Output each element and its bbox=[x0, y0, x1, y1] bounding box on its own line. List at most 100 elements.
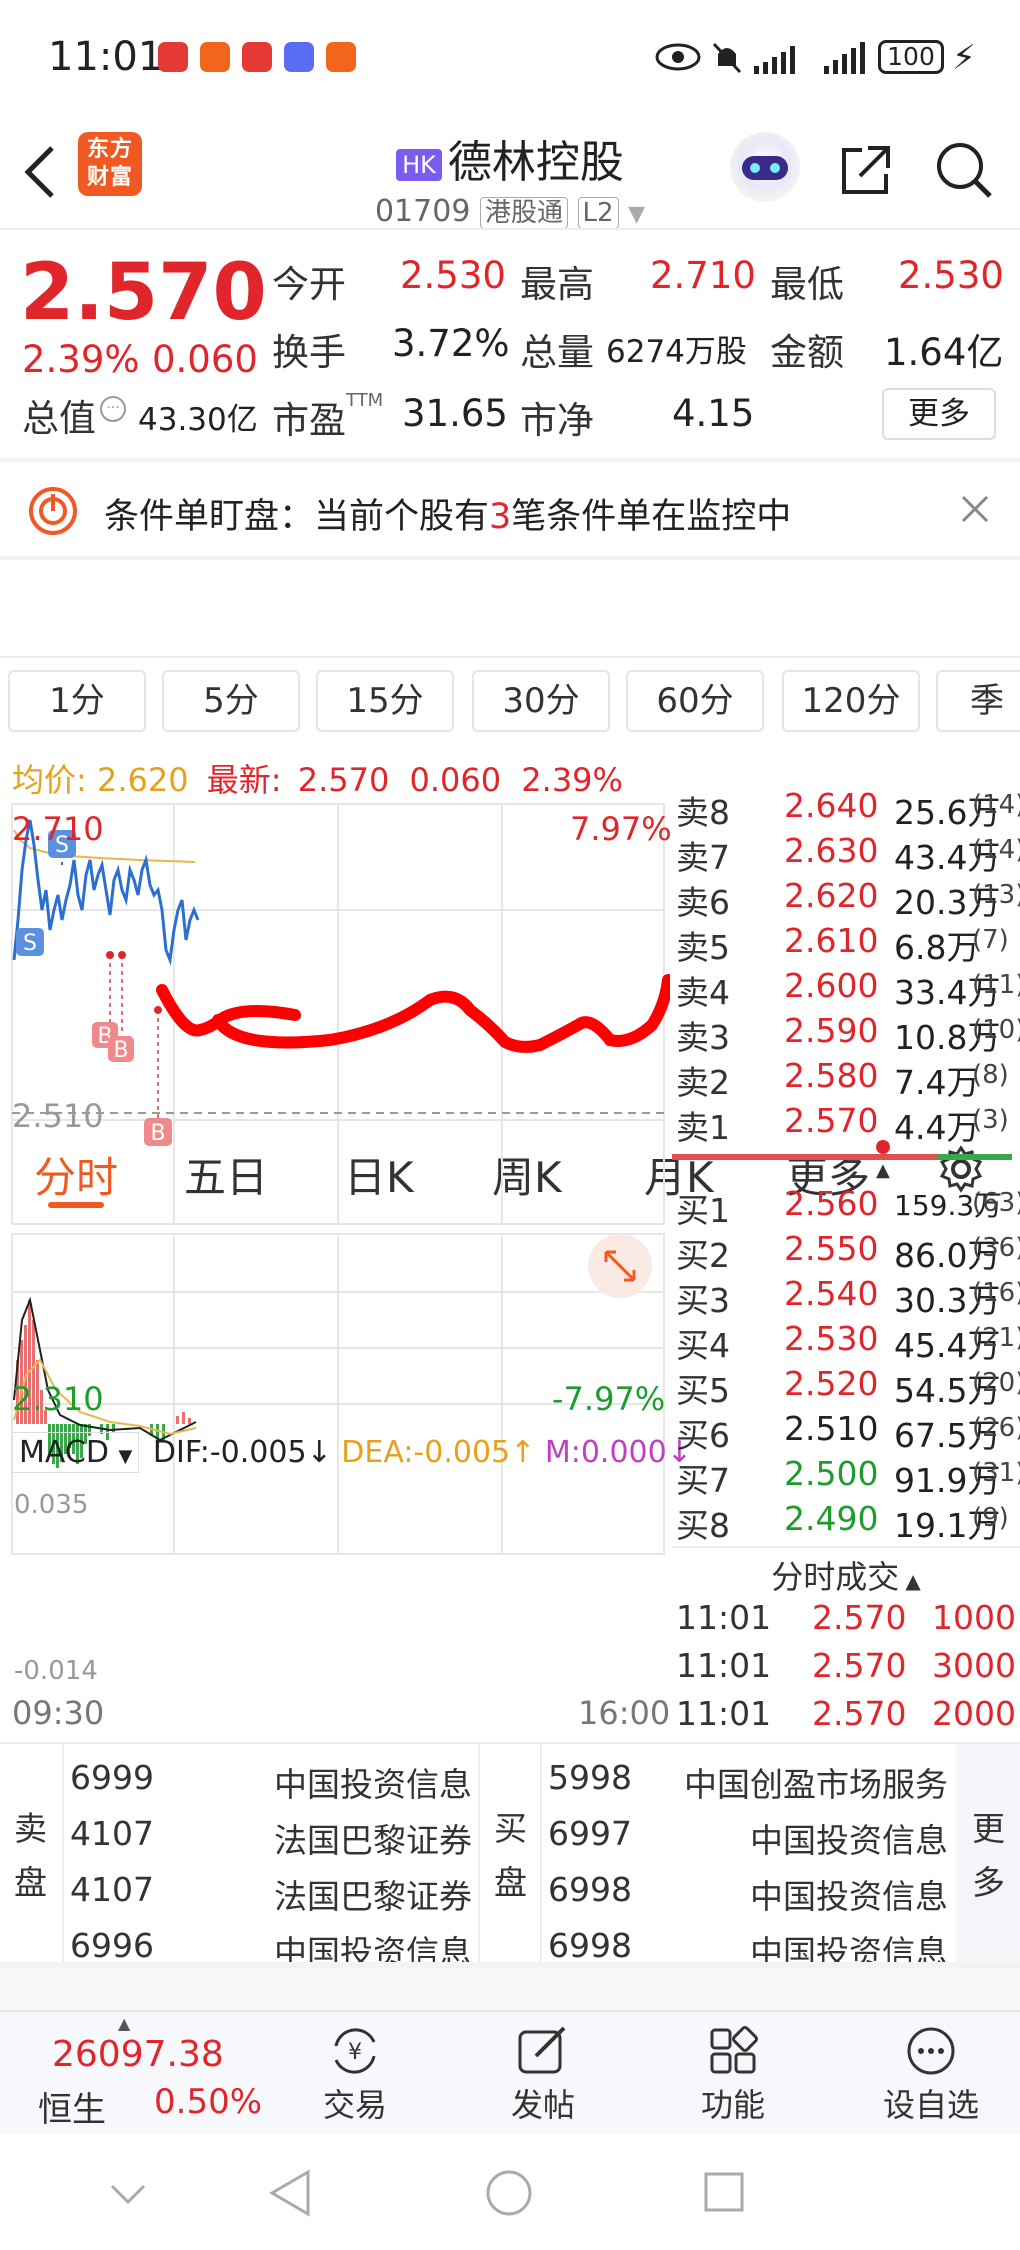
sell-order-row[interactable]: 卖42.60033.4万(11) bbox=[672, 966, 1020, 1012]
system-nav-bar bbox=[0, 2134, 1020, 2250]
period-15min[interactable]: 15分 bbox=[316, 670, 454, 732]
order-count: (20) bbox=[972, 1368, 1020, 1398]
order-label: 买2 bbox=[676, 1236, 730, 1275]
broker-code[interactable]: 6999 bbox=[70, 1758, 154, 1797]
broker-name[interactable]: 中国创盈市场服务 bbox=[684, 1758, 948, 1806]
broker-code[interactable]: 6996 bbox=[70, 1926, 154, 1965]
more-circle-icon bbox=[907, 2027, 955, 2075]
order-count: (10) bbox=[972, 1015, 1020, 1045]
svg-text:B: B bbox=[150, 1121, 165, 1146]
pe-label-text: 市盈 bbox=[272, 399, 346, 442]
pe-label: 市盈TTM bbox=[272, 390, 383, 444]
buy-order-row[interactable]: 买72.50091.9万(31) bbox=[672, 1454, 1020, 1500]
notification-icons bbox=[158, 42, 356, 76]
order-label: 买6 bbox=[676, 1416, 730, 1455]
sell-order-row[interactable]: 卖82.64025.6万(14) bbox=[672, 786, 1020, 832]
sell-order-row[interactable]: 卖5 2.610 6.8万 (7) bbox=[672, 921, 1020, 967]
sell-order-row[interactable]: 卖2 2.580 7.4万 (8) bbox=[672, 1056, 1020, 1102]
condition-order-banner[interactable]: 条件单盯盘：当前个股有3笔条件单在监控中 bbox=[0, 462, 1020, 556]
sell-order-row[interactable]: 卖32.59010.8万(10) bbox=[672, 1011, 1020, 1057]
latest-pct: 2.39% bbox=[521, 761, 623, 799]
share-icon[interactable] bbox=[838, 140, 896, 198]
level-tag[interactable]: L2 bbox=[577, 197, 619, 229]
broker-name[interactable]: 中国投资信息 bbox=[750, 1814, 948, 1862]
close-icon[interactable] bbox=[960, 494, 990, 524]
broker-code[interactable]: 5998 bbox=[548, 1758, 632, 1797]
order-price: 2.600 bbox=[784, 966, 879, 1005]
buy-order-row[interactable]: 买22.55086.0万(36) bbox=[672, 1229, 1020, 1275]
trade-button[interactable]: ¥ 交易 bbox=[300, 2012, 410, 2136]
broker-name[interactable]: 法国巴黎证券 bbox=[274, 1814, 472, 1862]
chevron-down-icon[interactable]: ▼ bbox=[628, 202, 645, 227]
sell-order-row[interactable]: 卖72.63043.4万(14) bbox=[672, 831, 1020, 877]
order-price: 2.510 bbox=[784, 1409, 879, 1448]
buy-order-row[interactable]: 买32.54030.3万(16) bbox=[672, 1274, 1020, 1320]
index-name: 恒生 bbox=[38, 2090, 106, 2130]
more-brokers-button[interactable]: 更多 bbox=[956, 1744, 1020, 1969]
buy-order-row[interactable]: 买62.51067.5万(26) bbox=[672, 1409, 1020, 1455]
amount-label: 金额 bbox=[770, 331, 844, 374]
chevron-down-icon[interactable] bbox=[108, 2182, 148, 2206]
time-start: 09:30 bbox=[12, 1694, 105, 1732]
search-icon[interactable] bbox=[932, 138, 994, 200]
function-label: 功能 bbox=[700, 2086, 765, 2124]
broker-name[interactable]: 中国投资信息 bbox=[750, 1870, 948, 1918]
assistant-robot-icon[interactable] bbox=[730, 132, 800, 202]
period-120min[interactable]: 120分 bbox=[782, 670, 920, 732]
index-ticker[interactable]: ▲ 26097.38 恒生 0.50% bbox=[0, 2012, 290, 2136]
trades-header-label: 分时成交 bbox=[771, 1558, 900, 1596]
info-icon[interactable]: ··· bbox=[100, 396, 126, 422]
period-1min[interactable]: 1分 bbox=[8, 670, 146, 732]
period-30min[interactable]: 30分 bbox=[472, 670, 610, 732]
buy-order-row[interactable]: 买42.53045.4万(21) bbox=[672, 1319, 1020, 1365]
broker-code[interactable]: 4107 bbox=[70, 1814, 154, 1853]
broker-code[interactable]: 6998 bbox=[548, 1870, 632, 1909]
buy-order-row[interactable]: 买8 2.490 19.1万 (9) bbox=[672, 1499, 1020, 1545]
battery-icon: 100 bbox=[878, 40, 944, 74]
intraday-chart[interactable]: S S B B B bbox=[0, 800, 670, 1760]
status-bar: 11:01 100 ⚡ bbox=[0, 0, 1020, 120]
order-price: 2.500 bbox=[784, 1454, 879, 1493]
mktcap-value: 43.30亿 bbox=[138, 402, 258, 438]
latest-change: 0.060 bbox=[409, 761, 502, 799]
sell-order-row[interactable]: 卖62.62020.3万(13) bbox=[672, 876, 1020, 922]
more-button[interactable]: 更多 bbox=[882, 388, 996, 440]
index-pct: 0.50% bbox=[154, 2082, 263, 2122]
buy-order-row[interactable]: 买12.560159.3万(63) bbox=[672, 1184, 1020, 1230]
pe-ttm-sup: TTM bbox=[346, 390, 384, 411]
latest-label: 最新: bbox=[206, 761, 282, 799]
back-triangle-icon[interactable] bbox=[268, 2168, 312, 2218]
signal-icon bbox=[754, 46, 795, 74]
broker-code[interactable]: 6997 bbox=[548, 1814, 632, 1853]
svg-text:S: S bbox=[23, 931, 37, 956]
broker-code[interactable]: 6998 bbox=[548, 1926, 632, 1965]
sell-order-row[interactable]: 卖1 2.570 4.4万 (3) bbox=[672, 1101, 1020, 1147]
y-axis-bottom: 2.310 bbox=[12, 1380, 104, 1418]
trades-header[interactable]: 分时成交 ▲ bbox=[672, 1546, 1020, 1596]
order-price: 2.540 bbox=[784, 1274, 879, 1313]
broker-queue: 卖盘 买盘 更多 6999 中国投资信息 4107 法国巴黎证券 4107 法国巴黎证券 6… bbox=[0, 1742, 1020, 1972]
macd-selector[interactable]: MACD ▼ bbox=[12, 1432, 140, 1473]
buy-order-row[interactable]: 买52.52054.5万(20) bbox=[672, 1364, 1020, 1410]
period-5min[interactable]: 5分 bbox=[162, 670, 300, 732]
period-60min[interactable]: 60分 bbox=[626, 670, 764, 732]
broker-name[interactable]: 中国投资信息 bbox=[274, 1758, 472, 1806]
add-watchlist-button[interactable]: 设自选 bbox=[866, 2012, 996, 2136]
change-abs: 0.060 bbox=[152, 338, 258, 381]
pb-label: 市净 bbox=[520, 399, 594, 442]
function-button[interactable]: 功能 bbox=[678, 2012, 788, 2136]
pe-value: 31.65 bbox=[402, 392, 508, 435]
broker-code[interactable]: 4107 bbox=[70, 1870, 154, 1909]
home-circle-icon[interactable] bbox=[484, 2168, 534, 2218]
divider bbox=[0, 228, 1020, 230]
broker-name[interactable]: 法国巴黎证券 bbox=[274, 1870, 472, 1918]
macd-top-label: 0.035 bbox=[14, 1490, 89, 1520]
index-value: 26097.38 bbox=[52, 2034, 224, 2075]
recent-apps-icon[interactable] bbox=[702, 2170, 746, 2214]
order-label: 卖1 bbox=[676, 1108, 730, 1147]
post-button[interactable]: 发帖 bbox=[488, 2012, 598, 2136]
period-quarter[interactable]: 季 bbox=[936, 670, 1020, 732]
turnover-label: 换手 bbox=[272, 331, 346, 374]
order-label: 买4 bbox=[676, 1326, 730, 1365]
order-label: 买1 bbox=[676, 1191, 730, 1230]
